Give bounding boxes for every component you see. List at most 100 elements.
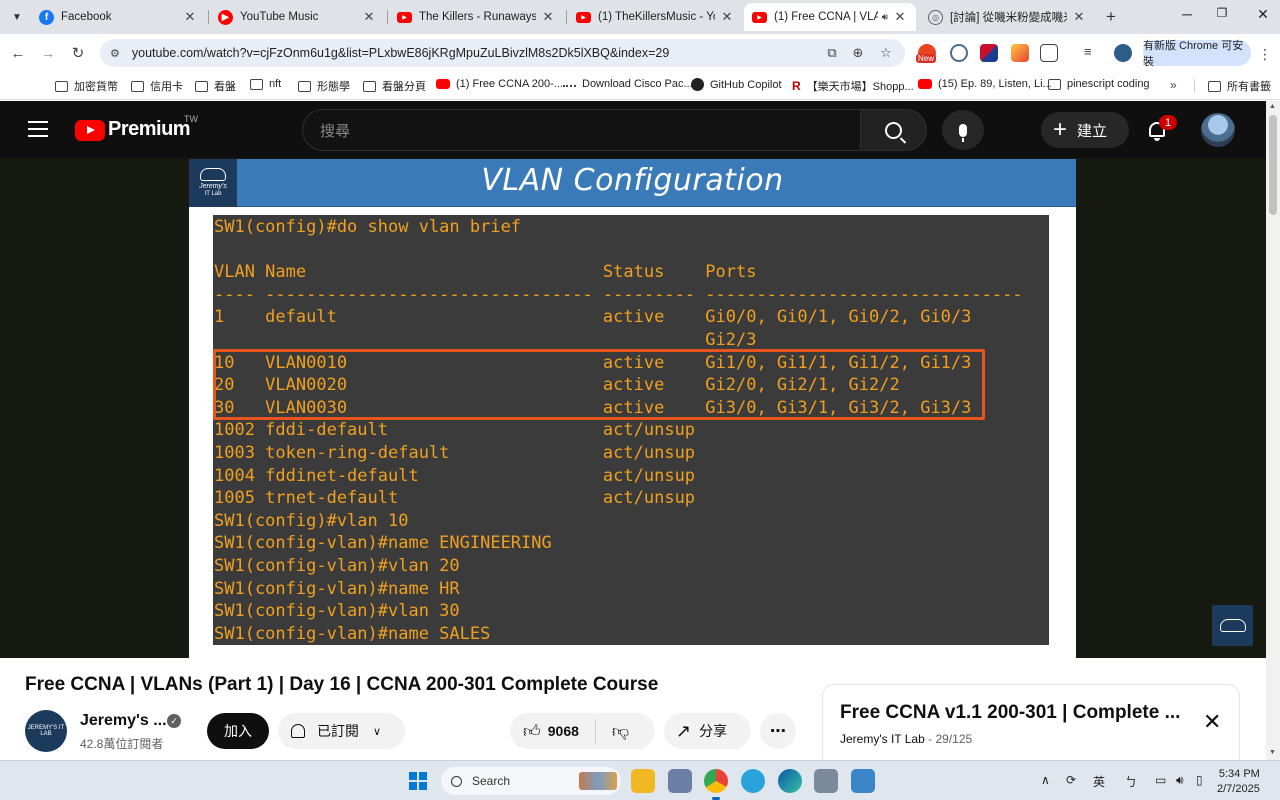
bookmark-item[interactable]: 形態學 (298, 78, 350, 94)
tab-youtube-music[interactable]: ▶ YouTube Music ✕ (210, 3, 385, 31)
dislike-icon[interactable]: 👎︎ (612, 721, 629, 742)
scrollbar-thumb[interactable] (1269, 115, 1277, 215)
chevron-up-icon[interactable]: ∧ (1041, 773, 1050, 787)
terminal-line: VLAN Name Status Ports (214, 262, 757, 283)
extension-icon[interactable] (950, 44, 968, 62)
extension-icon[interactable] (1011, 44, 1029, 62)
bookmark-star-icon[interactable]: ☆ (877, 45, 895, 61)
cisco-icon (563, 81, 576, 87)
tab-search-button[interactable]: ▼ (5, 5, 29, 29)
close-icon[interactable]: ✕ (182, 9, 198, 25)
forward-button[interactable]: → (38, 43, 58, 63)
close-icon[interactable]: ✕ (540, 9, 556, 25)
profile-avatar[interactable] (1114, 44, 1132, 62)
youtube-logo-icon[interactable] (75, 120, 105, 141)
bookmark-item[interactable]: (1) Free CCNA 200-... (436, 78, 563, 90)
playlist-title[interactable]: Free CCNA v1.1 200-301 | Complete ... (840, 702, 1180, 724)
more-actions-button[interactable]: ⋯ (760, 713, 796, 749)
chrome-menu-icon[interactable]: ⋮ (1258, 46, 1272, 63)
minimize-button[interactable]: ─ (1177, 6, 1197, 22)
bookmark-item[interactable]: (15) Ep. 89, Listen, Li... (918, 78, 1052, 90)
channel-watermark[interactable] (1212, 605, 1253, 646)
bookmark-label: Download Cisco Pac... (582, 78, 693, 90)
bookmark-item[interactable]: 看盤分頁 (363, 78, 426, 94)
window-close-button[interactable]: ✕ (1253, 6, 1273, 23)
bookmarks-overflow-button[interactable]: » (1170, 78, 1177, 92)
create-button[interactable]: + 建立 (1041, 112, 1129, 148)
tab-discussion[interactable]: ◎ [討論] 從嘰米粉變成嘰米黑 ✕ (920, 3, 1095, 31)
zoom-icon[interactable]: ⊕ (849, 45, 867, 61)
subscribed-button[interactable]: 已訂閱 ∨ (278, 713, 405, 749)
tab-facebook[interactable]: f Facebook ✕ (31, 3, 206, 31)
scroll-down-icon[interactable]: ▼ (1269, 749, 1276, 756)
bookmark-item[interactable]: pinescript coding (1048, 78, 1150, 90)
update-chrome-button[interactable]: 有新版 Chrome 可安裝 (1143, 40, 1251, 68)
like-icon[interactable]: 👍︎ (523, 721, 541, 742)
search-input[interactable]: 搜尋 (302, 109, 861, 151)
speaker-icon[interactable]: 🔊︎ (882, 12, 888, 23)
cast-icon[interactable]: ⧉ (823, 45, 841, 61)
facebook-icon: f (39, 9, 54, 25)
restore-button[interactable]: ❐ (1212, 6, 1232, 20)
playlist-channel[interactable]: Jeremy's IT Lab (840, 732, 925, 746)
edge-icon[interactable] (778, 769, 802, 793)
youtube-header: Premium TW 搜尋 + 建立 (0, 101, 1266, 158)
menu-icon[interactable] (28, 121, 48, 137)
share-button[interactable]: ↗ 分享 (664, 713, 751, 749)
site-info-icon[interactable]: ⚙ (110, 47, 120, 60)
clock-date: 2/7/2025 (1217, 783, 1260, 795)
bookmark-item[interactable]: 加密貨幣 (55, 78, 118, 94)
volume-icon[interactable]: 🔊︎ (1176, 773, 1184, 788)
close-icon[interactable]: ✕ (719, 9, 735, 25)
windows-start-icon[interactable] (409, 772, 427, 790)
channel-avatar[interactable]: JEREMY'S IT LAB (25, 710, 67, 752)
ime-mode-icon[interactable]: ㄅ (1125, 773, 1137, 790)
search-button[interactable] (860, 109, 927, 151)
sync-icon[interactable]: ⟳ (1066, 773, 1076, 787)
close-icon[interactable]: ✕ (1203, 709, 1221, 735)
join-button[interactable]: 加入 (207, 713, 269, 749)
network-icon[interactable]: ▭ (1155, 773, 1166, 787)
channel-name[interactable]: Jeremy's ... (80, 712, 167, 730)
scroll-up-icon[interactable]: ▲ (1269, 103, 1276, 110)
bookmark-item[interactable]: 信用卡 (131, 78, 183, 94)
account-avatar[interactable] (1201, 113, 1235, 147)
all-bookmarks-button[interactable]: 所有書籤 (1208, 78, 1271, 94)
chrome-icon[interactable] (704, 769, 728, 800)
voice-search-button[interactable] (942, 110, 984, 150)
close-icon[interactable]: ✕ (1071, 9, 1087, 25)
system-clock[interactable]: 5:34 PM 2/7/2025 (1217, 767, 1260, 797)
terminal-line: SW1(config-vlan)#name SALES (214, 623, 491, 644)
notepad-icon[interactable] (851, 769, 875, 793)
bookmark-item[interactable]: nft (250, 78, 281, 90)
new-tab-button[interactable]: + (1101, 7, 1121, 27)
tab-killers-runaways[interactable]: ▶ The Killers - Runaways - Yo ✕ (389, 3, 564, 31)
reload-button[interactable]: ↻ (68, 43, 88, 63)
page-scrollbar[interactable]: ▲ ▼ (1266, 101, 1280, 760)
app-icon[interactable] (668, 769, 692, 793)
media-control-icon[interactable]: ≡ (1084, 44, 1102, 62)
bookmark-item[interactable]: GitHub Copilot (691, 78, 782, 91)
cloud-icon (200, 168, 226, 181)
extensions-puzzle-icon[interactable] (1040, 44, 1058, 62)
youtube-icon (436, 79, 450, 89)
youtube-premium-logo[interactable]: Premium (108, 118, 191, 141)
close-icon[interactable]: ✕ (892, 9, 908, 25)
telegram-icon[interactable] (741, 769, 765, 793)
bookmark-item[interactable]: 看盤 (195, 78, 236, 94)
battery-icon[interactable]: ▯ (1196, 773, 1203, 787)
tab-free-ccna[interactable]: ▶ (1) Free CCNA | VLANs 🔊︎ ✕ (744, 3, 916, 31)
like-count[interactable]: 9068 (548, 723, 579, 739)
address-bar[interactable]: ⚙ youtube.com/watch?v=cjFzOnm6u1g&list=P… (100, 39, 905, 67)
bookmark-label: 看盤 (214, 81, 236, 93)
extension-icon[interactable] (980, 44, 998, 62)
close-icon[interactable]: ✕ (361, 9, 377, 25)
ime-indicator[interactable]: 英 (1093, 773, 1105, 790)
file-explorer-icon[interactable] (631, 769, 655, 793)
bookmark-item[interactable]: Download Cisco Pac... (563, 78, 693, 90)
taskbar-search[interactable]: Search (441, 767, 621, 795)
back-button[interactable]: ← (8, 43, 28, 63)
bookmark-item[interactable]: R 【樂天市場】Shopp... (792, 78, 914, 94)
calculator-icon[interactable] (814, 769, 838, 793)
tab-killers-music[interactable]: ▶ (1) TheKillersMusic - YouTu ✕ (568, 3, 743, 31)
